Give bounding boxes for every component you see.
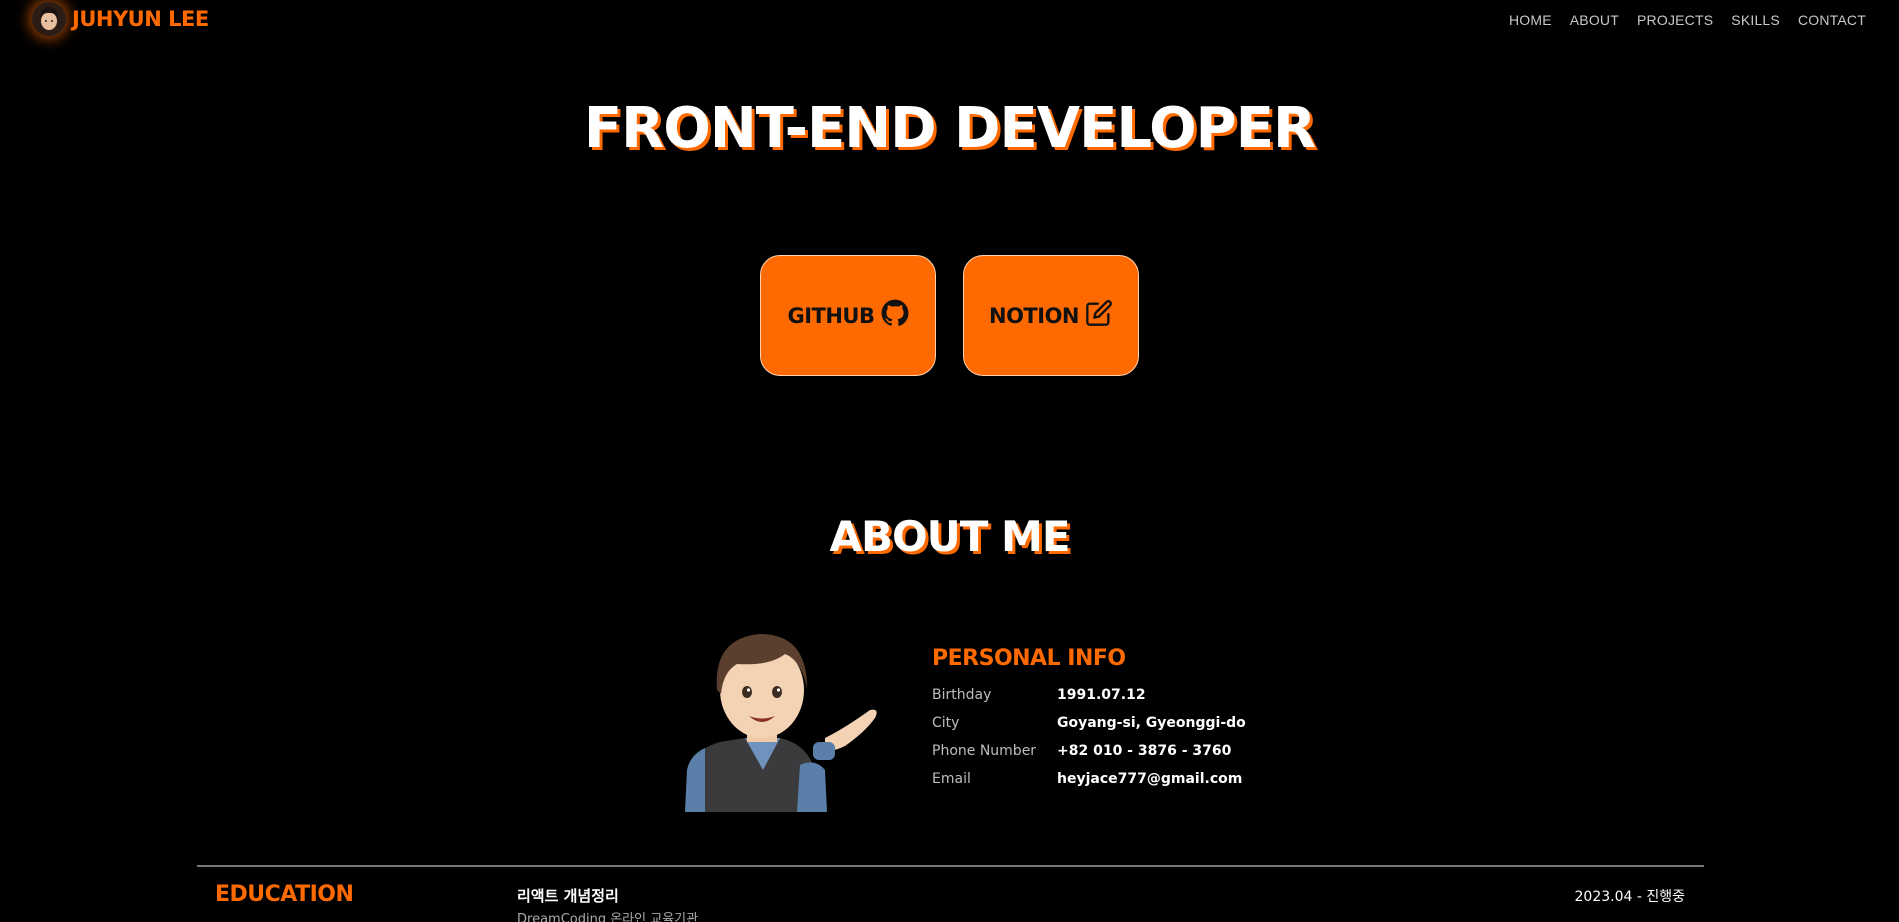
education-title: EDUCATION: [215, 882, 354, 907]
education-org: DreamCoding 온라인 교육기관: [517, 912, 699, 922]
brand-name: JUHYUN LEE: [72, 7, 209, 31]
avatar: [32, 2, 66, 36]
personal-info-title: PERSONAL INFO: [932, 646, 1126, 671]
info-value: Goyang-si, Gyeonggi-do: [1057, 715, 1246, 731]
header: JUHYUN LEE HOME ABOUT PROJECTS SKILLS CO…: [0, 0, 1899, 42]
info-value: +82 010 - 3876 - 3760: [1057, 743, 1232, 759]
github-button-label: GITHUB: [787, 303, 875, 328]
info-label: Birthday: [932, 687, 992, 703]
info-row-birthday: Birthday 1991.07.12: [932, 681, 1332, 709]
info-value: 1991.07.12: [1057, 687, 1146, 703]
nav-projects[interactable]: PROJECTS: [1628, 12, 1722, 28]
nav-home[interactable]: HOME: [1500, 12, 1561, 28]
edit-icon: [1085, 299, 1113, 332]
about-title: ABOUT ME: [829, 512, 1070, 561]
hero-buttons: GITHUB NOTION: [760, 255, 1139, 376]
info-label: City: [932, 715, 960, 731]
main-nav: HOME ABOUT PROJECTS SKILLS CONTACT: [1500, 12, 1875, 28]
education-date: 2023.04 - 진행중: [1574, 889, 1686, 905]
github-icon: [881, 299, 909, 332]
nav-contact[interactable]: CONTACT: [1789, 12, 1875, 28]
memoji-image: [675, 620, 885, 812]
hero-title: FRONT-END DEVELOPER: [583, 96, 1316, 161]
page: JUHYUN LEE HOME ABOUT PROJECTS SKILLS CO…: [0, 0, 1899, 922]
notion-button-label: NOTION: [989, 303, 1080, 328]
info-row-phone: Phone Number +82 010 - 3876 - 3760: [932, 737, 1332, 765]
info-label: Email: [932, 771, 971, 787]
brand-link[interactable]: JUHYUN LEE: [32, 2, 209, 36]
info-row-city: City Goyang-si, Gyeonggi-do: [932, 709, 1332, 737]
info-row-email: Email heyjace777@gmail.com: [932, 765, 1332, 793]
github-button[interactable]: GITHUB: [760, 255, 936, 376]
notion-button[interactable]: NOTION: [963, 255, 1139, 376]
info-label: Phone Number: [932, 743, 1037, 759]
nav-about[interactable]: ABOUT: [1561, 12, 1628, 28]
divider: [197, 865, 1704, 867]
education-course: 리액트 개념정리: [517, 887, 619, 905]
nav-skills[interactable]: SKILLS: [1722, 12, 1789, 28]
info-value[interactable]: heyjace777@gmail.com: [1057, 771, 1242, 787]
personal-info: PERSONAL INFO Birthday 1991.07.12 City G…: [932, 646, 1332, 793]
